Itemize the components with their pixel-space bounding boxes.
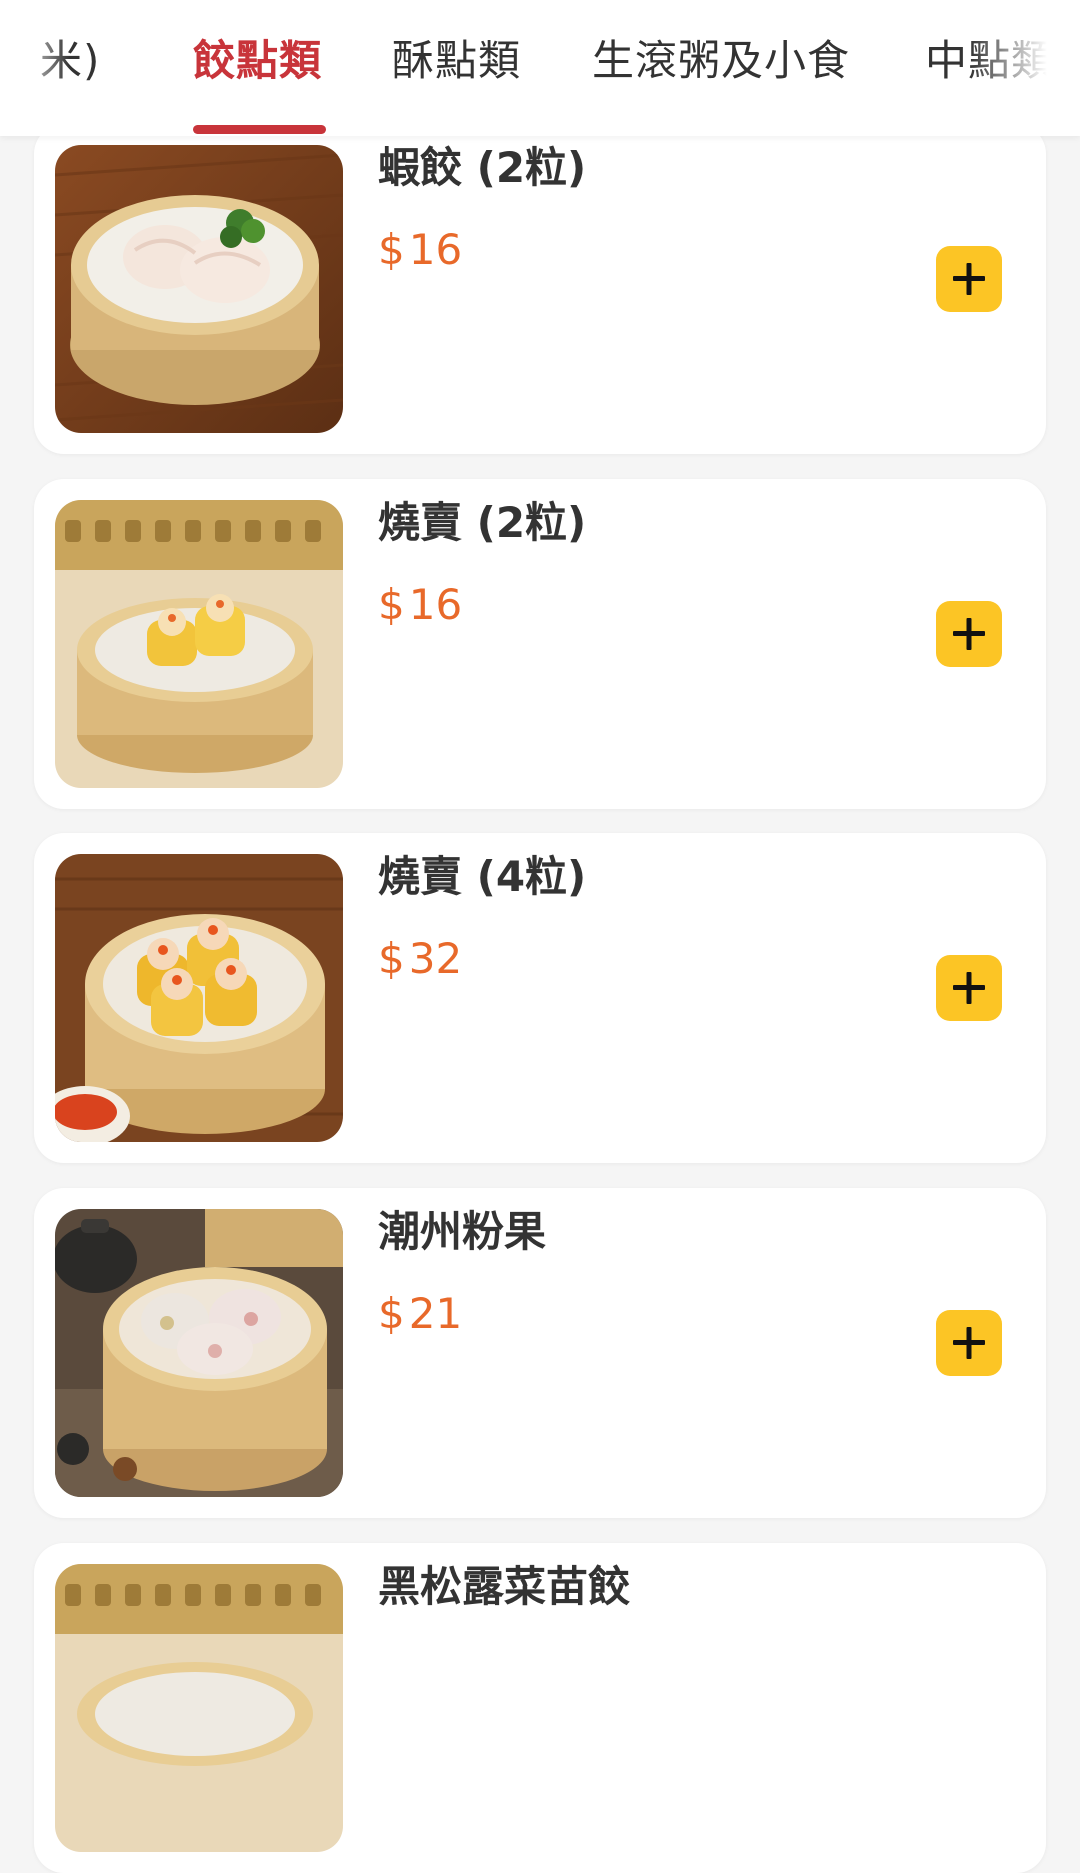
- siu-mai-photo: [55, 854, 343, 1142]
- item-name: 燒賣 (4粒): [378, 852, 587, 901]
- plus-icon: [953, 972, 985, 1004]
- plus-icon: [953, 263, 985, 295]
- tab-dumplings[interactable]: 餃點類: [193, 36, 322, 86]
- menu-item-card[interactable]: 燒賣 (2粒) $16: [34, 479, 1046, 809]
- menu-item-card[interactable]: 燒賣 (4粒) $32: [34, 833, 1046, 1163]
- menu-list: 蝦餃 (2粒) $16 燒賣 (2粒) $16 燒賣 (4粒) $32 潮州粉果…: [0, 0, 1080, 1873]
- add-to-cart-button[interactable]: [936, 955, 1002, 1021]
- truffle-dumpling-photo: [55, 1564, 343, 1852]
- tab-congee-snacks[interactable]: 生滾粥及小食: [592, 36, 850, 86]
- har-gow-photo: [55, 145, 343, 433]
- category-tab-bar: 米) 餃點類 酥點類 生滾粥及小食 中點類: [0, 0, 1080, 136]
- add-to-cart-button[interactable]: [936, 1310, 1002, 1376]
- tab-mid-dim-sum[interactable]: 中點類: [925, 36, 1054, 86]
- menu-item-card[interactable]: 潮州粉果 $21: [34, 1188, 1046, 1518]
- currency-symbol: $: [378, 580, 405, 629]
- chiu-chow-dumpling-photo: [55, 1209, 343, 1497]
- add-to-cart-button[interactable]: [936, 246, 1002, 312]
- item-name: 燒賣 (2粒): [378, 498, 587, 547]
- item-price: $16: [378, 575, 462, 635]
- item-price: $32: [378, 929, 462, 989]
- item-name: 黑松露菜苗餃: [378, 1562, 631, 1611]
- tab-pastries[interactable]: 酥點類: [392, 36, 521, 86]
- menu-item-card[interactable]: 黑松露菜苗餃: [34, 1543, 1046, 1873]
- plus-icon: [953, 1327, 985, 1359]
- item-price: $16: [378, 220, 462, 280]
- price-value: 21: [408, 1289, 463, 1338]
- currency-symbol: $: [378, 934, 405, 983]
- menu-item-card[interactable]: 蝦餃 (2粒) $16: [34, 124, 1046, 454]
- price-value: 16: [408, 225, 463, 274]
- tab-previous-category[interactable]: 米): [40, 36, 100, 86]
- siu-mai-photo: [55, 500, 343, 788]
- currency-symbol: $: [378, 1289, 405, 1338]
- add-to-cart-button[interactable]: [936, 601, 1002, 667]
- item-price: $21: [378, 1284, 462, 1344]
- item-name: 潮州粉果: [378, 1207, 547, 1256]
- currency-symbol: $: [378, 225, 405, 274]
- active-tab-indicator: [193, 125, 326, 134]
- plus-icon: [953, 618, 985, 650]
- price-value: 32: [408, 934, 463, 983]
- price-value: 16: [408, 580, 463, 629]
- item-name: 蝦餃 (2粒): [378, 143, 587, 192]
